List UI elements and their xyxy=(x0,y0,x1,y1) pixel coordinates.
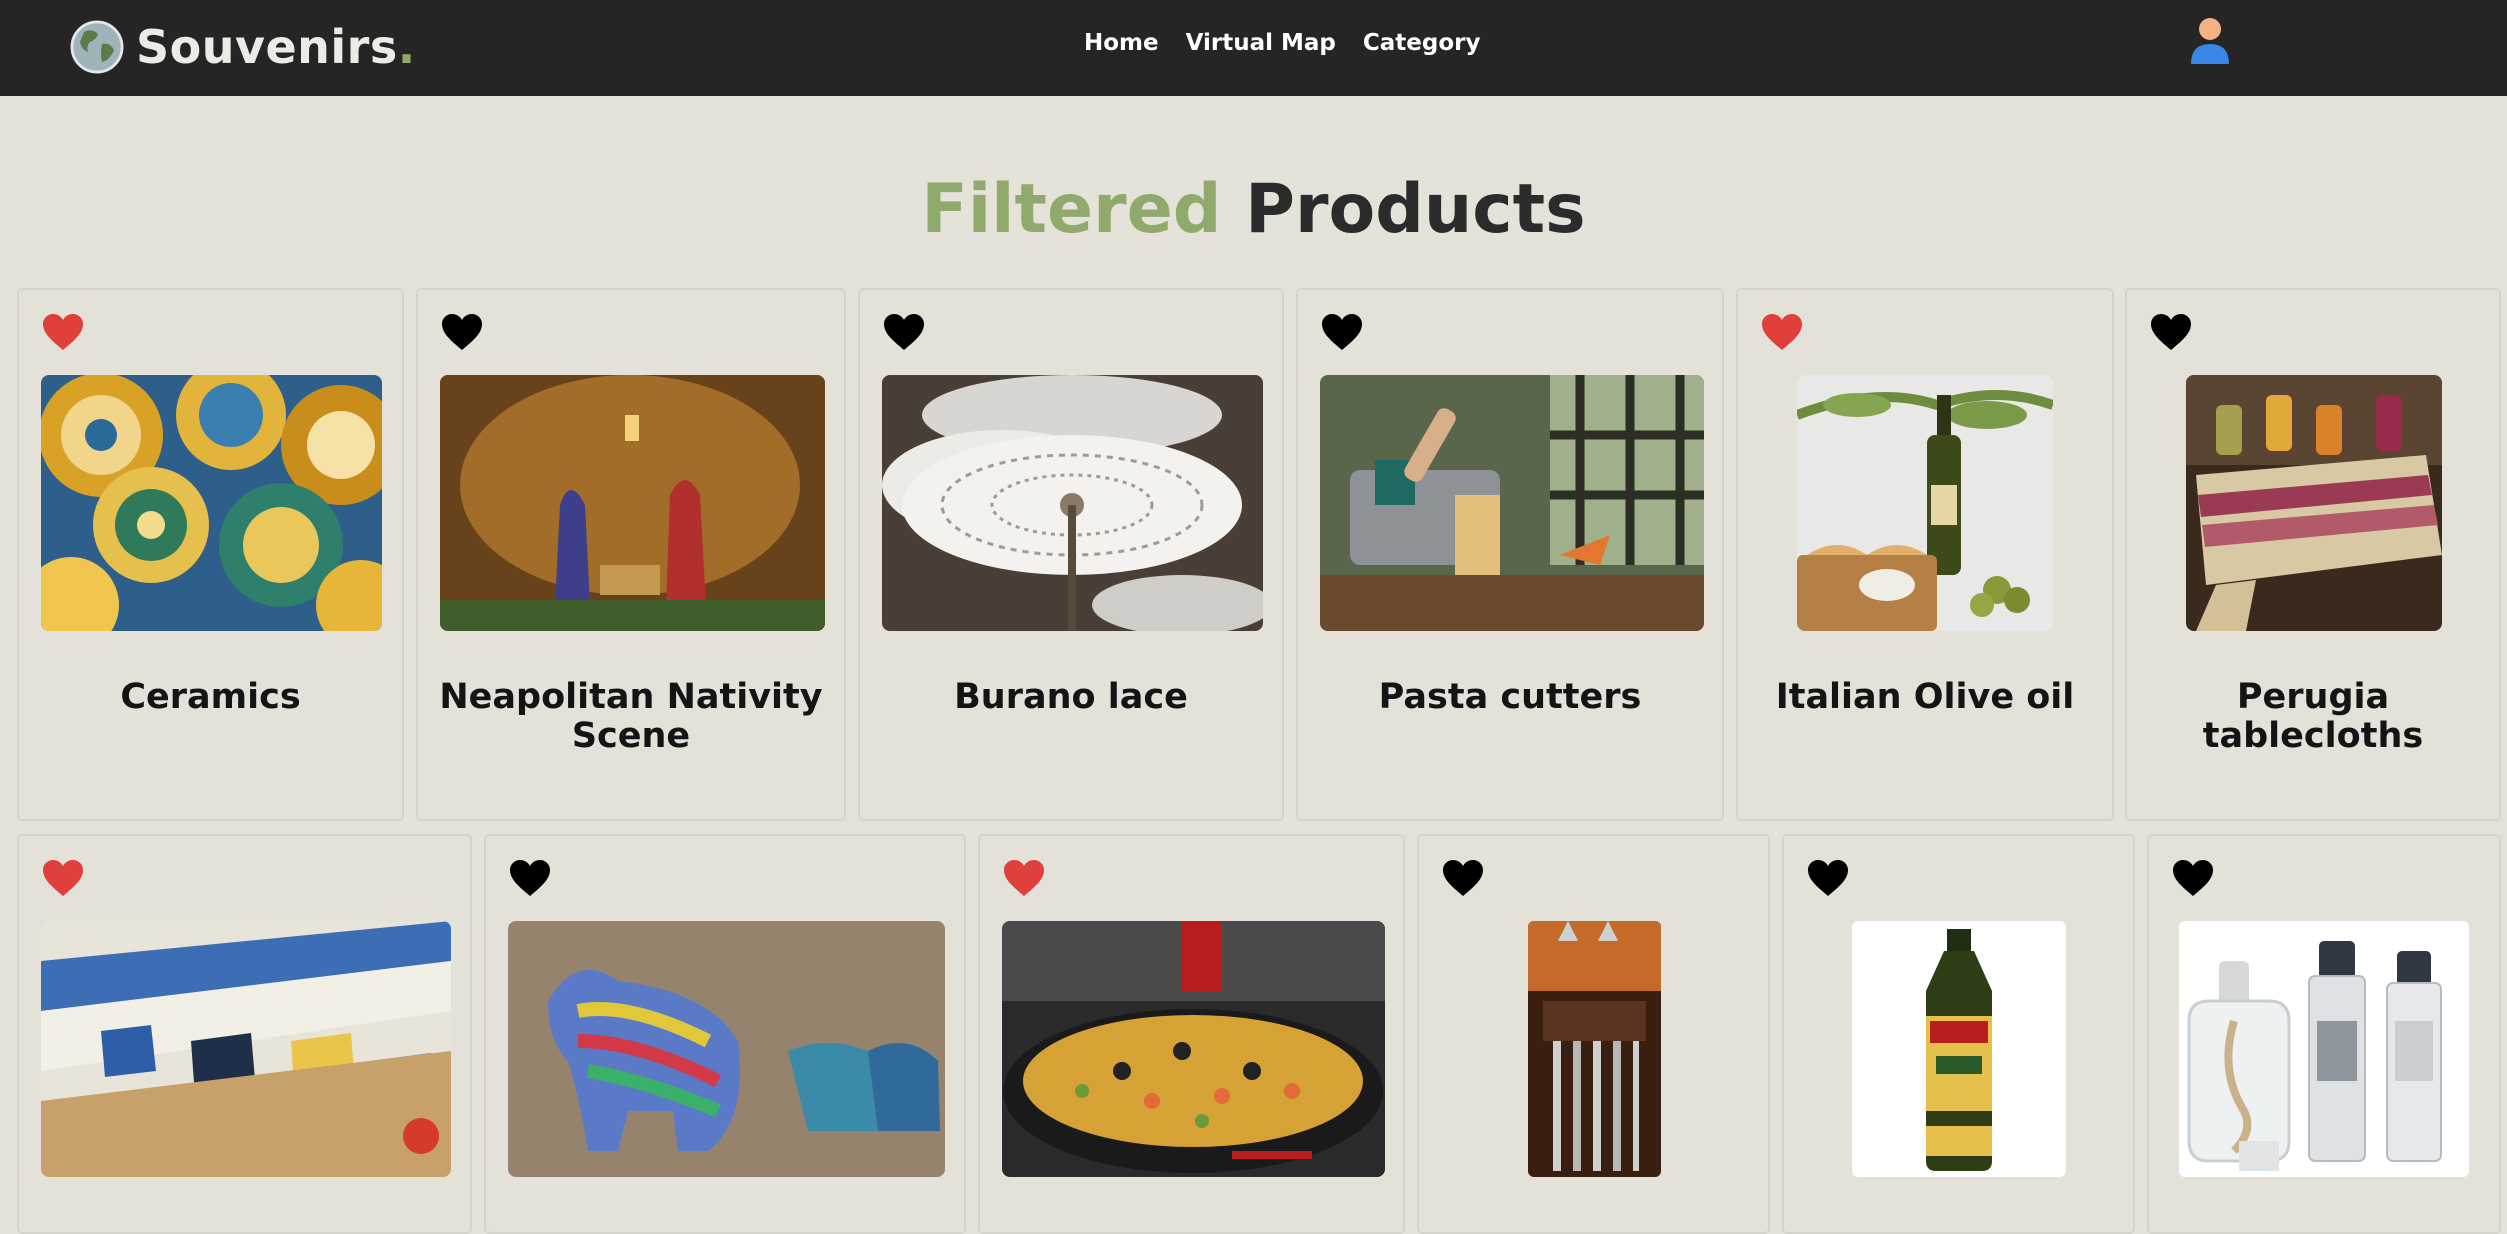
nav-links: Home Virtual Map Category xyxy=(1084,0,1481,86)
product-card-perugia-tablecloths[interactable]: Perugia tablecloths xyxy=(2125,288,2501,821)
product-title: Italian Olive oil xyxy=(1775,677,2075,717)
heart-icon[interactable] xyxy=(41,312,85,352)
diffuser-image xyxy=(2179,921,2469,1177)
product-card[interactable] xyxy=(484,834,966,1234)
product-card[interactable] xyxy=(1417,834,1770,1234)
navbar: Souvenirs. Home Virtual Map Category xyxy=(0,0,2507,96)
tiles-image xyxy=(41,921,451,1177)
pasta-cutters-image xyxy=(1320,375,1704,631)
paella-image xyxy=(1002,921,1385,1177)
product-card-ceramics[interactable]: Ceramics xyxy=(17,288,404,821)
page-title: Filtered Products xyxy=(0,168,2507,252)
burano-lace-image xyxy=(882,375,1263,631)
heart-icon[interactable] xyxy=(1760,312,1804,352)
product-card[interactable] xyxy=(2147,834,2501,1234)
product-card[interactable] xyxy=(1782,834,2135,1234)
nav-virtual-map-link[interactable]: Virtual Map xyxy=(1186,30,1336,56)
brand-name: Souvenirs xyxy=(136,20,398,74)
heart-icon[interactable] xyxy=(1806,858,1850,898)
mosaic-bull-image xyxy=(508,921,945,1177)
product-card-burano-lace[interactable]: Burano lace xyxy=(858,288,1284,821)
product-title: Neapolitan Nativity Scene xyxy=(439,677,823,756)
heart-icon[interactable] xyxy=(2171,858,2215,898)
heart-icon[interactable] xyxy=(508,858,552,898)
page-title-filtered: Filtered xyxy=(921,170,1222,249)
heart-icon[interactable] xyxy=(1441,858,1485,898)
globe-icon xyxy=(70,20,124,74)
heart-icon[interactable] xyxy=(2149,312,2193,352)
nav-category-link[interactable]: Category xyxy=(1363,30,1481,56)
nav-home-link[interactable]: Home xyxy=(1084,30,1159,56)
product-card-neapolitan-nativity-scene[interactable]: Neapolitan Nativity Scene xyxy=(416,288,846,821)
user-icon[interactable] xyxy=(2189,16,2231,66)
product-title: Pasta cutters xyxy=(1378,677,1642,717)
heart-icon[interactable] xyxy=(1002,858,1046,898)
heart-icon[interactable] xyxy=(440,312,484,352)
nativity-scene-image xyxy=(440,375,825,631)
olive-oil-bottle-image xyxy=(1852,921,2066,1177)
product-card-italian-olive-oil[interactable]: Italian Olive oil xyxy=(1736,288,2114,821)
italian-olive-oil-image xyxy=(1797,375,2053,631)
product-card[interactable] xyxy=(978,834,1405,1234)
page-title-products: Products xyxy=(1245,170,1586,249)
heart-icon[interactable] xyxy=(41,858,85,898)
product-card[interactable] xyxy=(17,834,472,1234)
brand-dot: . xyxy=(397,20,416,74)
brand-logo[interactable]: Souvenirs. xyxy=(70,14,416,80)
ceramics-image xyxy=(41,375,382,631)
perugia-tablecloths-image xyxy=(2186,375,2442,631)
product-card-pasta-cutters[interactable]: Pasta cutters xyxy=(1296,288,1724,821)
heart-icon[interactable] xyxy=(1320,312,1364,352)
heart-icon[interactable] xyxy=(882,312,926,352)
product-title: Ceramics xyxy=(120,677,301,717)
product-title: Burano lace xyxy=(954,677,1188,717)
knives-image xyxy=(1528,921,1661,1177)
product-title: Perugia tablecloths xyxy=(2202,677,2424,756)
